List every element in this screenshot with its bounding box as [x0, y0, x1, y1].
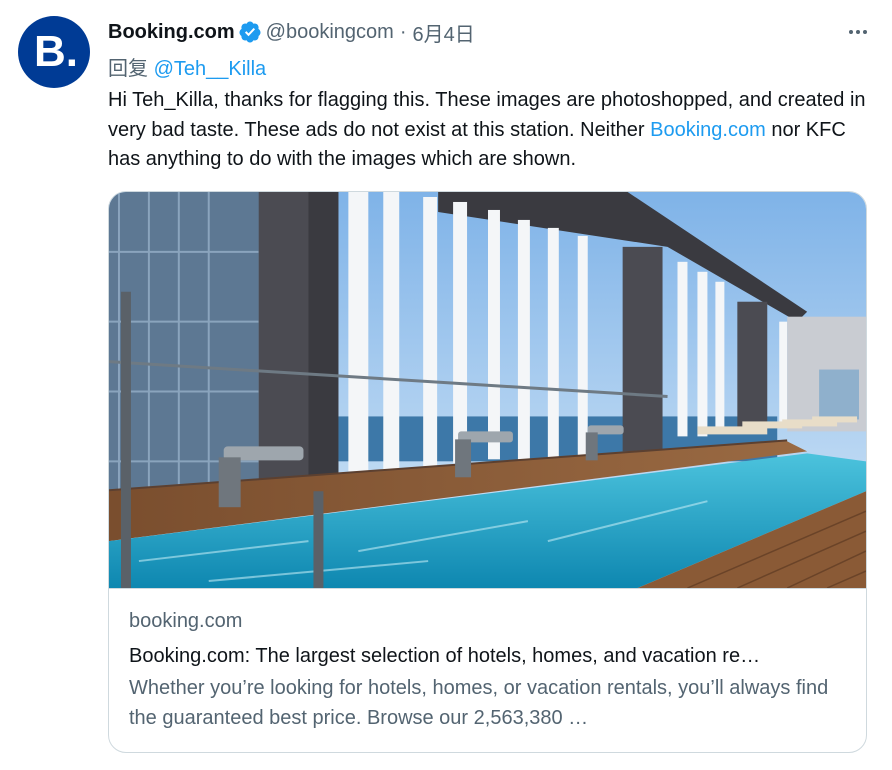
card-image-rooftop-pool	[109, 192, 866, 589]
avatar[interactable]: B.	[18, 16, 90, 88]
reply-context: 回复 @Teh__Killa	[108, 52, 266, 81]
link-preview-card[interactable]: booking.com Booking.com: The largest sel…	[108, 191, 867, 753]
user-handle[interactable]: @bookingcom	[266, 21, 394, 44]
more-options-button[interactable]	[844, 18, 872, 46]
reply-prefix: 回复	[108, 58, 148, 80]
card-description: Whether you’re looking for hotels, homes…	[129, 677, 829, 729]
more-options-icon	[849, 30, 867, 34]
card-domain: booking.com	[129, 610, 243, 632]
tweet-header: Booking.com @bookingcom · 6月4日	[108, 16, 872, 48]
tweet-text: Hi Teh_Killa, thanks for flagging this. …	[108, 86, 878, 175]
display-name[interactable]: Booking.com	[108, 21, 235, 44]
avatar-logo-text: B.	[34, 27, 78, 76]
tweet-inline-link[interactable]: Booking.com	[650, 119, 766, 141]
separator-dot: ·	[399, 20, 407, 43]
verified-badge-icon	[239, 21, 261, 43]
reply-mention-link[interactable]: @Teh__Killa	[154, 58, 267, 80]
card-title: Booking.com: The largest selection of ho…	[129, 645, 761, 667]
tweet-date[interactable]: 6月4日	[413, 18, 475, 47]
